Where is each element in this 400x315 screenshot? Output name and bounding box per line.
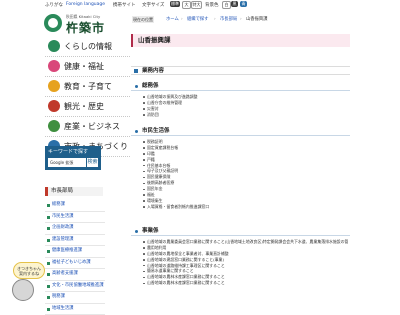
section-citizen-life-heading: 市民生活係 — [131, 127, 350, 136]
content-heading: 業務内容 — [131, 66, 350, 75]
breadcrumb-separator: › — [214, 16, 216, 23]
furigana-link[interactable]: ふりがな — [45, 2, 63, 8]
category-health-welfare[interactable]: 健康・福祉 — [45, 57, 130, 77]
section-nav-item[interactable]: 文化・市民協働地域推進課 — [45, 281, 105, 293]
breadcrumb-home-link[interactable]: ホーム — [166, 16, 179, 23]
list-item: 山香地域の農林水産課窓口業務に関すること — [143, 280, 348, 286]
section-nav-item[interactable]: 地域生活課 — [45, 304, 105, 315]
font-size-label: 文字サイズ — [142, 2, 164, 8]
section-general-affairs-heading: 総務係 — [131, 82, 350, 91]
bg-white-button[interactable]: 白 — [222, 1, 231, 9]
section-projects-heading: 事業係 — [131, 227, 350, 236]
city-emblem-icon — [44, 14, 62, 32]
breadcrumb-dept-link[interactable]: 市長部局 — [220, 16, 237, 23]
bg-black-button[interactable]: 黒 — [231, 1, 238, 7]
section-nav-item[interactable]: 健康医療推進課 — [45, 246, 105, 258]
section-nav-list: 総務課 市民生活課 企画財政課 建設管理課 健康医療推進課 福祉子どもいじめ課 … — [45, 200, 105, 315]
list-item: 入場資格・留食者別帳内推進課窓口 — [143, 204, 348, 210]
section-nav-item[interactable]: 建設管理課 — [45, 235, 105, 247]
section-nav-item[interactable]: 市民生活課 — [45, 212, 105, 224]
category-label: 健康・福祉 — [64, 61, 104, 72]
citizen-life-list: 税務証明 固定資産課税台帳 印鑑 戸籍 住民基本台帳 母子及び父親証明 国民健康… — [143, 139, 348, 210]
breadcrumb-org-link[interactable]: 組織で探す — [187, 16, 208, 23]
foreign-language-link[interactable]: Foreign language — [66, 2, 105, 7]
category-education[interactable]: 教育・子育て — [45, 77, 130, 97]
list-item: 消防団 — [143, 112, 348, 118]
category-tourism[interactable]: 観光・歴史 — [45, 97, 130, 117]
category-label: 教育・子育て — [64, 81, 112, 92]
category-label: くらしの情報 — [64, 41, 112, 52]
tourism-icon — [48, 100, 60, 112]
industry-icon — [48, 120, 60, 132]
category-nav: くらしの情報 健康・福祉 教育・子育て 観光・歴史 産業・ビジネス 市政・まちづ… — [45, 37, 130, 157]
category-label: 産業・ビジネス — [64, 121, 120, 132]
font-size-large-button[interactable]: 大 — [182, 1, 191, 9]
category-living[interactable]: くらしの情報 — [45, 37, 130, 57]
bg-blue-button[interactable]: 青 — [240, 1, 247, 7]
section-nav-item[interactable]: 企画財政課 — [45, 223, 105, 235]
font-size-standard-button[interactable]: 標準 — [170, 1, 180, 7]
section-nav-item[interactable]: 福祉子どもいじめ課 — [45, 258, 105, 270]
breadcrumb-separator: › — [240, 16, 242, 23]
keyword-search-title: キーワードで探す — [48, 148, 88, 155]
keyword-search-box: キーワードで探す Google 拡張 検索 — [45, 146, 101, 170]
education-icon — [48, 80, 60, 92]
living-icon — [48, 40, 60, 52]
mascot-guide[interactable]: きつきちゃん 案内するね — [5, 262, 43, 300]
general-affairs-list: 山香地域の振興及び進路調整 山香庁舎の維持管理 災害対 消防団 — [143, 94, 348, 118]
section-nav-item[interactable]: 税務課 — [45, 292, 105, 304]
search-button[interactable]: 検索 — [87, 158, 98, 167]
background-color-label: 背景色 — [205, 2, 219, 8]
top-utility-bar: ふりがな Foreign language 携帯サイト 文字サイズ 標準 大 特… — [0, 0, 400, 10]
section-nav-item[interactable]: 総務課 — [45, 200, 105, 212]
section-nav-item[interactable]: 高齢者支援課 — [45, 269, 105, 281]
mobile-site-link[interactable]: 携帯サイト — [113, 2, 136, 8]
page-title: 山香振興課 — [131, 34, 350, 47]
mascot-icon — [12, 279, 34, 301]
breadcrumb-here-label: 現在の位置 — [132, 16, 154, 23]
projects-list: 山香地域の農業委員会窓口業務に関すること(山香地域土地改良区)特定開発課会会共下… — [143, 239, 348, 286]
category-industry[interactable]: 産業・ビジネス — [45, 117, 130, 137]
site-logo[interactable]: 秋田県 Kitaaki City 杵築市 — [44, 12, 124, 34]
health-icon — [48, 60, 60, 72]
section-nav-heading: 市長部局 — [45, 187, 103, 196]
mascot-speech-bubble: きつきちゃん 案内するね — [13, 262, 45, 279]
font-size-xlarge-button[interactable]: 特大 — [191, 1, 202, 9]
logo-city-name: 杵築市 — [66, 19, 105, 36]
category-label: 観光・歴史 — [64, 101, 104, 112]
search-input[interactable]: Google 拡張 — [48, 158, 86, 167]
breadcrumb-current: 山香振興課 — [246, 16, 267, 23]
breadcrumb-separator: › — [181, 16, 183, 23]
